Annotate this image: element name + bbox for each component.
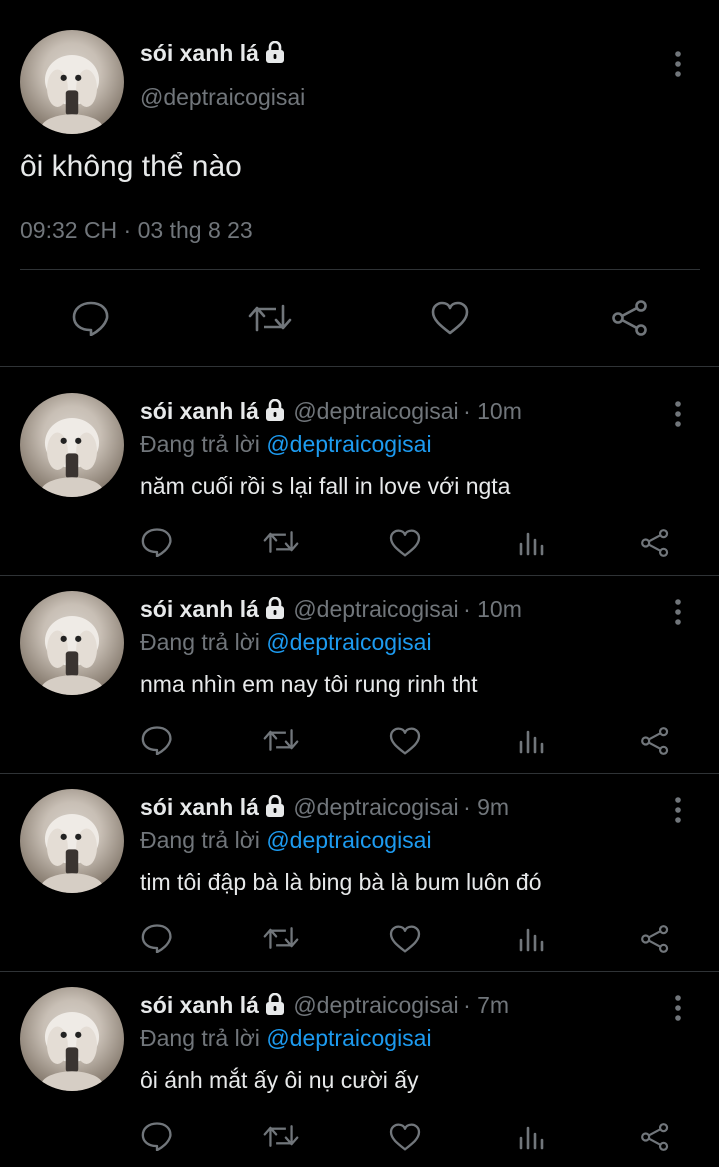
- reply-text: ôi ánh mắt ấy ôi nụ cười ấy: [140, 1067, 419, 1093]
- reply-icon[interactable]: [141, 1121, 173, 1151]
- replying-to-prefix: Đang trả lời: [140, 827, 267, 853]
- avatar[interactable]: [20, 393, 124, 497]
- lock-icon: [265, 398, 285, 426]
- retweet-icon[interactable]: [263, 1123, 299, 1149]
- lock-icon: [265, 40, 285, 69]
- tweet-timestamp: 09:32 CH · 03 thg 8 23: [20, 217, 253, 243]
- lock-icon: [265, 992, 285, 1020]
- views-icon[interactable]: [518, 926, 544, 952]
- reply-text: tim tôi đập bà là bing bà là bum luôn đó: [140, 869, 542, 895]
- mention-link[interactable]: @deptraicogisai: [266, 1025, 431, 1051]
- avatar[interactable]: [20, 30, 124, 134]
- more-icon[interactable]: [673, 51, 683, 77]
- share-icon[interactable]: [640, 727, 670, 755]
- more-icon[interactable]: [673, 401, 683, 427]
- more-icon[interactable]: [673, 797, 683, 823]
- lock-icon: [265, 794, 285, 822]
- reply-time: · 10m: [463, 398, 522, 424]
- like-icon[interactable]: [389, 529, 421, 557]
- divider: [0, 773, 719, 774]
- retweet-icon[interactable]: [263, 925, 299, 951]
- views-icon[interactable]: [518, 530, 544, 556]
- user-handle[interactable]: @deptraicogisai: [293, 794, 458, 820]
- reply-icon[interactable]: [141, 527, 173, 557]
- reply-icon[interactable]: [141, 923, 173, 953]
- share-icon[interactable]: [640, 925, 670, 953]
- share-icon[interactable]: [640, 1123, 670, 1151]
- display-name[interactable]: sói xanh lá: [140, 992, 259, 1018]
- replying-to: Đang trả lời @deptraicogisai: [140, 629, 432, 656]
- avatar[interactable]: [20, 789, 124, 893]
- retweet-icon[interactable]: [248, 302, 292, 334]
- mention-link[interactable]: @deptraicogisai: [266, 629, 431, 655]
- lock-icon: [265, 596, 285, 624]
- display-name[interactable]: sói xanh lá: [140, 794, 259, 820]
- retweet-icon[interactable]: [263, 529, 299, 555]
- replying-to-prefix: Đang trả lời: [140, 629, 267, 655]
- reply-icon[interactable]: [141, 725, 173, 755]
- like-icon[interactable]: [389, 1123, 421, 1151]
- reply-time: · 9m: [463, 794, 510, 820]
- replying-to: Đang trả lời @deptraicogisai: [140, 827, 432, 854]
- display-name[interactable]: sói xanh lá: [140, 596, 259, 622]
- like-icon[interactable]: [389, 727, 421, 755]
- like-icon[interactable]: [431, 301, 469, 335]
- user-handle[interactable]: @deptraicogisai: [140, 84, 305, 111]
- avatar[interactable]: [20, 987, 124, 1091]
- display-name[interactable]: sói xanh lá: [140, 40, 259, 66]
- reply-text: năm cuối rồi s lại fall in love với ngta: [140, 473, 511, 499]
- mention-link[interactable]: @deptraicogisai: [266, 431, 431, 457]
- reply-time: · 7m: [463, 992, 510, 1018]
- display-name[interactable]: sói xanh lá: [140, 398, 259, 424]
- views-icon[interactable]: [518, 728, 544, 754]
- divider: [0, 971, 719, 972]
- avatar-image: [40, 54, 104, 134]
- share-icon[interactable]: [611, 300, 649, 336]
- replying-to: Đang trả lời @deptraicogisai: [140, 1025, 432, 1052]
- avatar[interactable]: [20, 591, 124, 695]
- reply-icon[interactable]: [72, 300, 110, 336]
- more-icon[interactable]: [673, 995, 683, 1021]
- user-handle[interactable]: @deptraicogisai: [293, 992, 458, 1018]
- reply-text: nma nhìn em nay tôi rung rinh tht: [140, 671, 478, 697]
- share-icon[interactable]: [640, 529, 670, 557]
- user-handle[interactable]: @deptraicogisai: [293, 398, 458, 424]
- replying-to-prefix: Đang trả lời: [140, 1025, 267, 1051]
- more-icon[interactable]: [673, 599, 683, 625]
- views-icon[interactable]: [518, 1124, 544, 1150]
- divider: [0, 366, 719, 367]
- reply-time: · 10m: [463, 596, 522, 622]
- mention-link[interactable]: @deptraicogisai: [266, 827, 431, 853]
- user-handle[interactable]: @deptraicogisai: [293, 596, 458, 622]
- retweet-icon[interactable]: [263, 727, 299, 753]
- replying-to: Đang trả lời @deptraicogisai: [140, 431, 432, 458]
- divider: [0, 575, 719, 576]
- tweet-text: ôi không thể nào: [20, 150, 242, 183]
- replying-to-prefix: Đang trả lời: [140, 431, 267, 457]
- like-icon[interactable]: [389, 925, 421, 953]
- divider: [20, 269, 700, 270]
